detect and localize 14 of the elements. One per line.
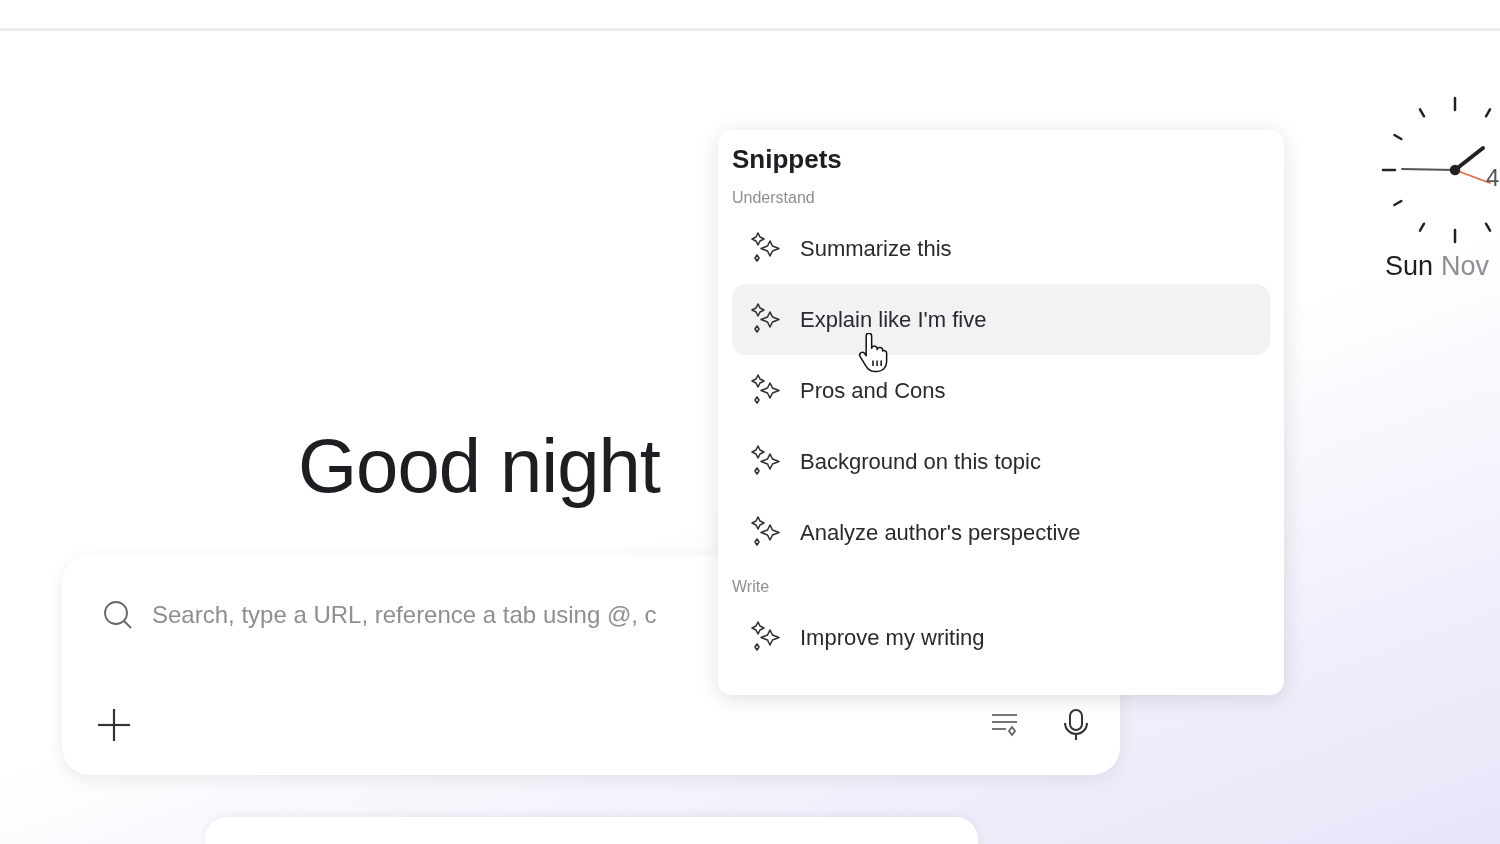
day-label: Sun <box>1385 251 1434 282</box>
menu-item[interactable]: Summarize this <box>732 213 1270 284</box>
menu-item[interactable]: Analyze author's perspective <box>732 497 1270 568</box>
section-label: Write <box>732 578 771 596</box>
hand-cursor-icon <box>858 333 888 373</box>
greeting-heading: Good night <box>298 422 660 510</box>
section-label: Understand <box>732 189 816 207</box>
menu-title: Snippets <box>732 144 843 175</box>
menu-item[interactable]: Background on this topic <box>732 426 1270 497</box>
month-label: Nov <box>1441 251 1490 282</box>
clock-numeral: 4 <box>1486 166 1500 190</box>
menu-item[interactable]: Pros and Cons <box>732 355 1270 426</box>
search-icon <box>102 599 134 631</box>
menu-item[interactable]: Explain like I'm five <box>732 284 1270 355</box>
